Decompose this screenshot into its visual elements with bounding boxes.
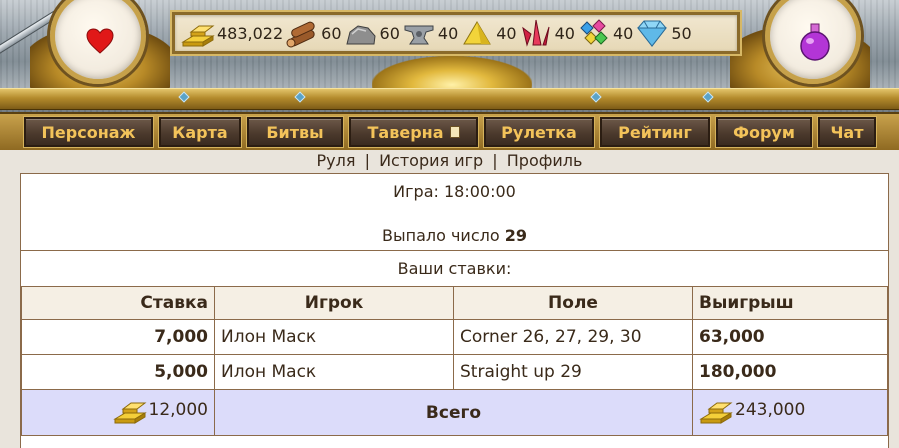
resource-diamond: 50 bbox=[635, 18, 692, 48]
gold-icon bbox=[699, 402, 733, 424]
heart-icon bbox=[86, 28, 114, 54]
gold-icon bbox=[112, 402, 147, 424]
nav-chat[interactable]: Чат bbox=[818, 117, 876, 147]
bet-win: 180,000 bbox=[692, 354, 888, 390]
resource-value: 60 bbox=[379, 23, 400, 43]
nav-roulette[interactable]: Рулетка bbox=[484, 117, 594, 147]
nav-character[interactable]: Персонаж bbox=[24, 117, 153, 147]
bets-table: Ставка Игрок Поле Выигрыш 7,000 Илон Мас… bbox=[21, 286, 888, 436]
your-bets-title: Ваши ставки: bbox=[21, 250, 888, 286]
subnav-separator: | bbox=[492, 151, 498, 170]
resource-value: 40 bbox=[612, 23, 634, 43]
subnav-profile-link[interactable]: Профиль bbox=[507, 151, 583, 170]
nav-tavern[interactable]: Таверна bbox=[349, 117, 478, 147]
nav-tavern-label: Таверна bbox=[367, 122, 444, 142]
nav-forum[interactable]: Форум bbox=[716, 117, 812, 147]
gems-icon bbox=[580, 19, 608, 45]
total-win: 243,000 bbox=[735, 400, 806, 420]
drawn-number-row: Выпало число 29 bbox=[21, 210, 888, 250]
resource-bar: 483,022 60 60 40 40 40 40 50 bbox=[172, 12, 740, 54]
header-win: Выигрыш bbox=[692, 286, 888, 320]
total-stake-cell: 12,000 bbox=[21, 389, 215, 436]
drawn-number: 29 bbox=[504, 226, 527, 245]
resource-value: 60 bbox=[321, 23, 342, 43]
resource-gold: 483,022 bbox=[181, 18, 283, 48]
table-row: 7,000 Илон Маск Corner 26, 27, 29, 30 63… bbox=[21, 319, 888, 355]
resource-value: 50 bbox=[671, 23, 692, 43]
gold-icon bbox=[181, 25, 215, 47]
resource-value: 40 bbox=[437, 23, 459, 43]
bet-stake: 7,000 bbox=[21, 319, 215, 355]
nav-battles[interactable]: Битвы bbox=[247, 117, 343, 147]
header-player: Игрок bbox=[214, 286, 454, 320]
resource-sulfur: 40 bbox=[460, 18, 517, 48]
table-row: 5,000 Илон Маск Straight up 29 180,000 bbox=[21, 354, 888, 390]
treasure-pile-decoration bbox=[372, 56, 532, 92]
game-time: Игра: 18:00:00 bbox=[393, 182, 516, 201]
header-field: Поле bbox=[453, 286, 693, 320]
roulette-result-panel: Игра: 18:00:00 Выпало число 29 Ваши став… bbox=[20, 173, 889, 448]
table-header-row: Ставка Игрок Поле Выигрыш bbox=[21, 286, 888, 320]
diamond-icon bbox=[637, 20, 668, 47]
resource-crystal: 40 bbox=[519, 18, 575, 48]
sulfur-icon bbox=[463, 21, 492, 45]
resource-gems: 40 bbox=[577, 18, 633, 48]
total-win-cell: 243,000 bbox=[692, 389, 888, 436]
nav-map[interactable]: Карта bbox=[159, 117, 241, 147]
subnav-roulette-link[interactable]: Руля bbox=[317, 151, 356, 170]
bet-player: Илон Маск bbox=[214, 354, 454, 390]
bet-field: Corner 26, 27, 29, 30 bbox=[453, 319, 693, 355]
resource-value: 40 bbox=[496, 23, 517, 43]
resource-stone: 60 bbox=[344, 18, 400, 48]
crystal-icon bbox=[521, 19, 550, 47]
subnav-separator: | bbox=[364, 151, 370, 170]
bet-win: 63,000 bbox=[692, 319, 888, 355]
anvil-icon bbox=[404, 25, 434, 45]
sub-nav: Руля | История игр | Профиль bbox=[0, 151, 899, 173]
header-gold-band bbox=[0, 88, 899, 110]
door-icon bbox=[449, 126, 460, 138]
total-row: 12,000 Всего 243,000 bbox=[21, 389, 888, 436]
game-header: 483,022 60 60 40 40 40 40 50 bbox=[0, 0, 899, 112]
wood-icon bbox=[286, 21, 315, 48]
resource-value: 40 bbox=[554, 23, 575, 43]
bet-player: Илон Маск bbox=[214, 319, 454, 355]
bet-stake: 5,000 bbox=[21, 354, 215, 390]
main-nav: Персонаж Карта Битвы Таверна Рулетка Рей… bbox=[0, 112, 899, 150]
resource-anvil: 40 bbox=[402, 18, 458, 48]
drawn-number-label: Выпало число bbox=[382, 226, 500, 245]
potion-icon bbox=[800, 23, 830, 61]
total-label: Всего bbox=[214, 389, 693, 436]
header-stake: Ставка bbox=[21, 286, 215, 320]
resource-value: 483,022 bbox=[217, 23, 284, 43]
bet-field: Straight up 29 bbox=[453, 354, 693, 390]
stone-icon bbox=[345, 25, 376, 45]
subnav-history-link[interactable]: История игр bbox=[379, 151, 483, 170]
total-stake: 12,000 bbox=[148, 400, 208, 420]
resource-wood: 60 bbox=[285, 18, 342, 48]
nav-rating[interactable]: Рейтинг bbox=[600, 117, 710, 147]
